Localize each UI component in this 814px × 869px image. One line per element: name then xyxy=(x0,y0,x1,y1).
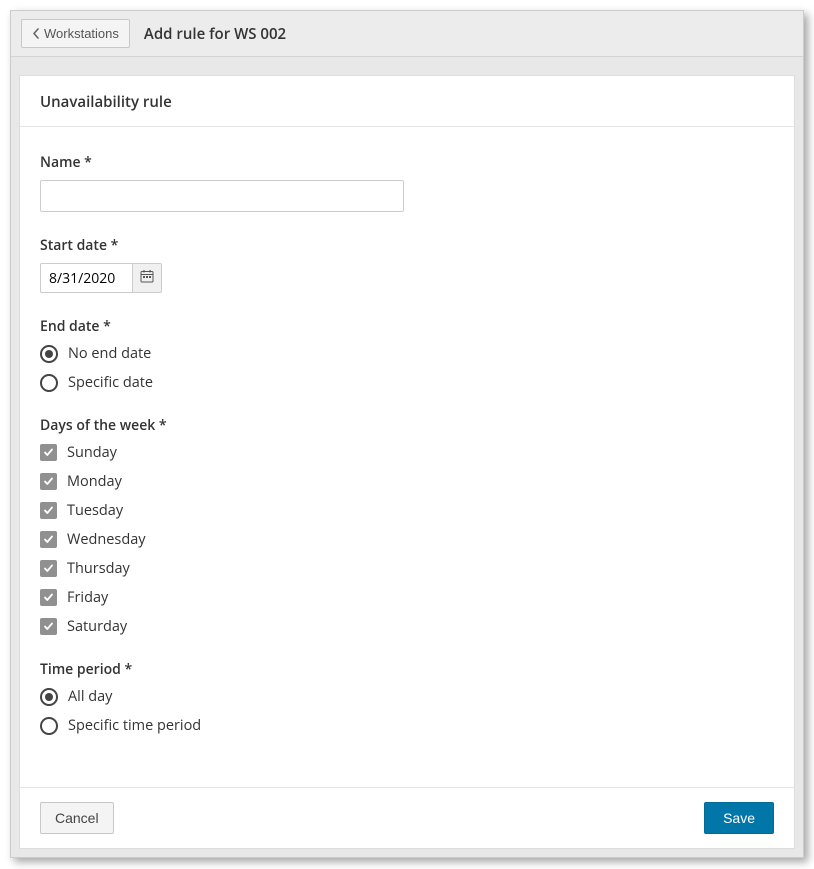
back-button[interactable]: Workstations xyxy=(21,19,130,48)
content-area: Unavailability rule Name * Start date * xyxy=(11,57,803,857)
field-end-date: End date * No end date Specific date xyxy=(40,317,774,392)
cancel-button[interactable]: Cancel xyxy=(40,802,114,834)
day-item[interactable]: Thursday xyxy=(40,559,774,578)
field-name: Name * xyxy=(40,153,774,212)
radio-icon xyxy=(40,717,58,735)
form-card: Unavailability rule Name * Start date * xyxy=(19,75,795,849)
days-label: Days of the week * xyxy=(40,416,774,435)
day-item-label: Friday xyxy=(67,588,108,607)
start-date-input[interactable] xyxy=(40,263,132,293)
card-body: Name * Start date * xyxy=(20,127,794,787)
field-time-period: Time period * All day Specific time perio… xyxy=(40,660,774,735)
checkbox-icon xyxy=(40,531,57,548)
checkbox-icon xyxy=(40,473,57,490)
day-item-label: Sunday xyxy=(67,443,117,462)
name-label: Name * xyxy=(40,153,774,172)
time-period-option[interactable]: All day xyxy=(40,687,774,706)
calendar-icon xyxy=(140,269,154,288)
date-picker-button[interactable] xyxy=(132,263,162,293)
checkbox-icon xyxy=(40,618,57,635)
end-date-option-label: No end date xyxy=(68,344,151,363)
day-item[interactable]: Saturday xyxy=(40,617,774,636)
checkbox-icon xyxy=(40,589,57,606)
day-item-label: Thursday xyxy=(67,559,130,578)
radio-icon xyxy=(40,688,58,706)
end-date-option[interactable]: No end date xyxy=(40,344,774,363)
day-item-label: Monday xyxy=(67,472,122,491)
time-period-option-label: Specific time period xyxy=(68,716,201,735)
card-title: Unavailability rule xyxy=(20,76,794,127)
day-item[interactable]: Tuesday xyxy=(40,501,774,520)
end-date-option-label: Specific date xyxy=(68,373,153,392)
checkbox-icon xyxy=(40,560,57,577)
page-header: Workstations Add rule for WS 002 xyxy=(11,11,803,57)
day-item[interactable]: Friday xyxy=(40,588,774,607)
app-window: Workstations Add rule for WS 002 Unavail… xyxy=(10,10,804,858)
page-title: Add rule for WS 002 xyxy=(144,24,286,44)
radio-icon xyxy=(40,345,58,363)
radio-icon xyxy=(40,374,58,392)
back-button-label: Workstations xyxy=(44,26,119,41)
day-item[interactable]: Sunday xyxy=(40,443,774,462)
save-button[interactable]: Save xyxy=(704,802,774,834)
start-date-label: Start date * xyxy=(40,236,774,255)
checkbox-icon xyxy=(40,444,57,461)
field-start-date: Start date * xyxy=(40,236,774,293)
name-input[interactable] xyxy=(40,180,404,212)
field-days: Days of the week * Sunday Monday Tuesday We… xyxy=(40,416,774,636)
day-item-label: Wednesday xyxy=(67,530,146,549)
time-period-option[interactable]: Specific time period xyxy=(40,716,774,735)
chevron-left-icon xyxy=(32,28,40,39)
time-period-label: Time period * xyxy=(40,660,774,679)
end-date-option[interactable]: Specific date xyxy=(40,373,774,392)
day-item-label: Saturday xyxy=(67,617,127,636)
day-item[interactable]: Wednesday xyxy=(40,530,774,549)
time-period-option-label: All day xyxy=(68,687,112,706)
checkbox-icon xyxy=(40,502,57,519)
day-item[interactable]: Monday xyxy=(40,472,774,491)
start-date-wrapper xyxy=(40,263,162,293)
day-item-label: Tuesday xyxy=(67,501,123,520)
card-footer: Cancel Save xyxy=(20,787,794,848)
end-date-label: End date * xyxy=(40,317,774,336)
